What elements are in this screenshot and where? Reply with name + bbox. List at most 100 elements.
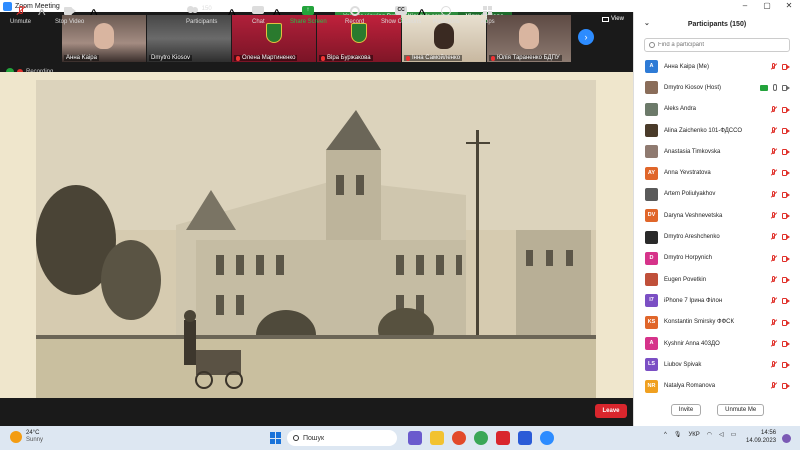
participant-row[interactable]: D Dmytro Horpynich [634, 248, 800, 269]
close-icon[interactable]: ✕ [778, 0, 800, 12]
invite-button[interactable]: Invite [670, 404, 702, 416]
participant-row[interactable]: LS Liubov Spivak [634, 354, 800, 375]
file-explorer-icon[interactable] [430, 431, 444, 445]
participant-search[interactable] [644, 38, 790, 52]
tile-name: Олена Мартиненко [234, 55, 298, 61]
zoom-taskbar-icon[interactable] [540, 431, 554, 445]
building-illustration [36, 80, 596, 398]
participant-row[interactable]: Aleks Andra [634, 99, 800, 120]
video-camera-icon [782, 85, 790, 92]
captions-cc-icon: CC [395, 6, 408, 16]
participants-options-chevron-icon[interactable]: ^ [228, 0, 236, 28]
participant-row[interactable]: DV Daryna Veshnevetska [634, 205, 800, 226]
chevron-up-icon[interactable]: ^ [664, 432, 667, 438]
maximize-icon[interactable]: ▢ [756, 0, 778, 12]
participant-row[interactable]: Dmytro Kiosov (Host) [634, 77, 800, 98]
video-tile[interactable]: Юлія Тараненко БДПУ [487, 15, 571, 62]
smiley-plus-icon [440, 6, 452, 16]
participant-name: Artem Poliulyakhov [664, 191, 716, 198]
participant-status-icons [770, 63, 790, 70]
show-captions-button[interactable]: CC Show Captions [381, 0, 421, 28]
captions-options-chevron-icon[interactable]: ^ [418, 0, 426, 28]
video-options-chevron-icon[interactable]: ^ [90, 0, 98, 28]
participants-count: 150 [201, 6, 212, 12]
participant-name: Natalya Romanova [664, 383, 716, 390]
speaker-icon[interactable]: ◁ [719, 431, 724, 438]
audio-options-chevron-icon[interactable]: ^ [38, 0, 46, 28]
share-screen-button[interactable]: ↑ Share Screen [290, 0, 327, 28]
muted-mic-icon [770, 254, 777, 262]
screen-share-icon [760, 85, 768, 92]
minimize-icon[interactable]: – [734, 0, 756, 12]
participant-name: Eugen Povetkin [664, 276, 707, 283]
participant-status-icons [770, 318, 790, 326]
participant-name: Dmytro Areshchenko [664, 234, 720, 241]
view-button[interactable]: View [602, 16, 624, 22]
next-page-arrow-icon[interactable]: › [578, 29, 594, 45]
participant-row[interactable]: KS Konstantin Smirsky ФФСК [634, 312, 800, 333]
participant-row[interactable]: NR Natalya Romanova [634, 375, 800, 396]
weather-widget[interactable]: 24°C Sunny [10, 430, 43, 444]
chat-options-chevron-icon[interactable]: ^ [273, 0, 281, 28]
windows-start-icon[interactable] [270, 432, 282, 444]
avatar: A [645, 337, 658, 350]
word-icon[interactable] [518, 431, 532, 445]
unmute-button[interactable]: Unmute [10, 0, 31, 28]
video-off-icon [782, 170, 790, 177]
participant-row[interactable]: Artem Poliulyakhov [634, 184, 800, 205]
video-off-icon [782, 319, 790, 326]
participants-icon: 150 [186, 6, 217, 16]
participants-list: A Анна Kaipa (Me) Dmytro Kiosov (Host) Alek… [634, 56, 800, 397]
participant-name: Анна Kaipa (Me) [664, 63, 709, 70]
apps-button[interactable]: Apps [481, 0, 495, 28]
participants-button[interactable]: 150 Participants [186, 0, 217, 28]
acrobat-icon[interactable] [496, 431, 510, 445]
muted-mic-icon [770, 148, 777, 155]
chrome-icon[interactable] [452, 431, 466, 445]
participant-row[interactable]: Anastasia Timkovska [634, 141, 800, 162]
participant-row[interactable]: Eugen Povetkin [634, 269, 800, 290]
chrome-profile-icon[interactable] [474, 431, 488, 445]
collapse-chevron-icon[interactable]: ⌄ [644, 19, 650, 27]
search-icon [293, 435, 299, 441]
participant-row[interactable]: I7 iPhone 7 Ірина Філон [634, 290, 800, 311]
shared-historic-photo [36, 80, 596, 398]
wifi-icon[interactable]: ◠ [707, 431, 712, 438]
microphone-icon[interactable]: 🎙 [674, 431, 682, 438]
stop-video-button[interactable]: Stop Video [55, 0, 84, 28]
participant-status-icons [770, 148, 790, 156]
weather-condition: Sunny [26, 437, 44, 443]
muted-mic-icon [15, 5, 27, 16]
participant-row[interactable]: A Kyshnir Anna 403ДО [634, 333, 800, 354]
teams-icon[interactable] [408, 431, 422, 445]
video-off-icon [782, 106, 790, 113]
muted-mic-icon [770, 212, 777, 219]
participant-row[interactable]: Alina Zaichenko 101-ФДССО [634, 120, 800, 141]
taskbar-search[interactable]: Пошук [287, 430, 397, 446]
avatar [645, 102, 658, 116]
record-button[interactable]: Record [345, 0, 364, 28]
participant-status-icons [770, 126, 790, 134]
participant-name: Daryna Veshnevetska [664, 212, 723, 219]
clock[interactable]: 14:56 14.09.2023 [746, 429, 776, 445]
chat-button[interactable]: Chat [252, 0, 265, 28]
notification-icon[interactable] [782, 434, 791, 443]
participant-row[interactable]: AY Anna Yevstratova [634, 162, 800, 183]
participant-row[interactable]: Dmytro Areshchenko [634, 226, 800, 247]
video-off-icon [782, 191, 790, 198]
avatar [645, 273, 658, 287]
search-input[interactable] [658, 42, 788, 48]
participant-row[interactable]: A Анна Kaipa (Me) [634, 56, 800, 77]
muted-mic-icon [770, 169, 777, 176]
participant-status-icons [770, 105, 790, 113]
participant-status-icons [770, 382, 790, 390]
language-indicator[interactable]: УКР [688, 432, 699, 438]
participants-panel: ⌄ Participants (150) A Анна Kaipa (Me) Dmy… [633, 12, 800, 426]
sun-icon [10, 431, 22, 443]
reactions-button[interactable]: Reactions [433, 0, 460, 28]
unmute-me-button[interactable]: Unmute Me [717, 404, 765, 416]
participant-name: Dmytro Horpynich [664, 255, 713, 262]
leave-button[interactable]: Leave [595, 404, 627, 418]
battery-icon[interactable]: ▭ [731, 431, 737, 438]
panel-footer: Invite Unmute Me [634, 404, 800, 416]
